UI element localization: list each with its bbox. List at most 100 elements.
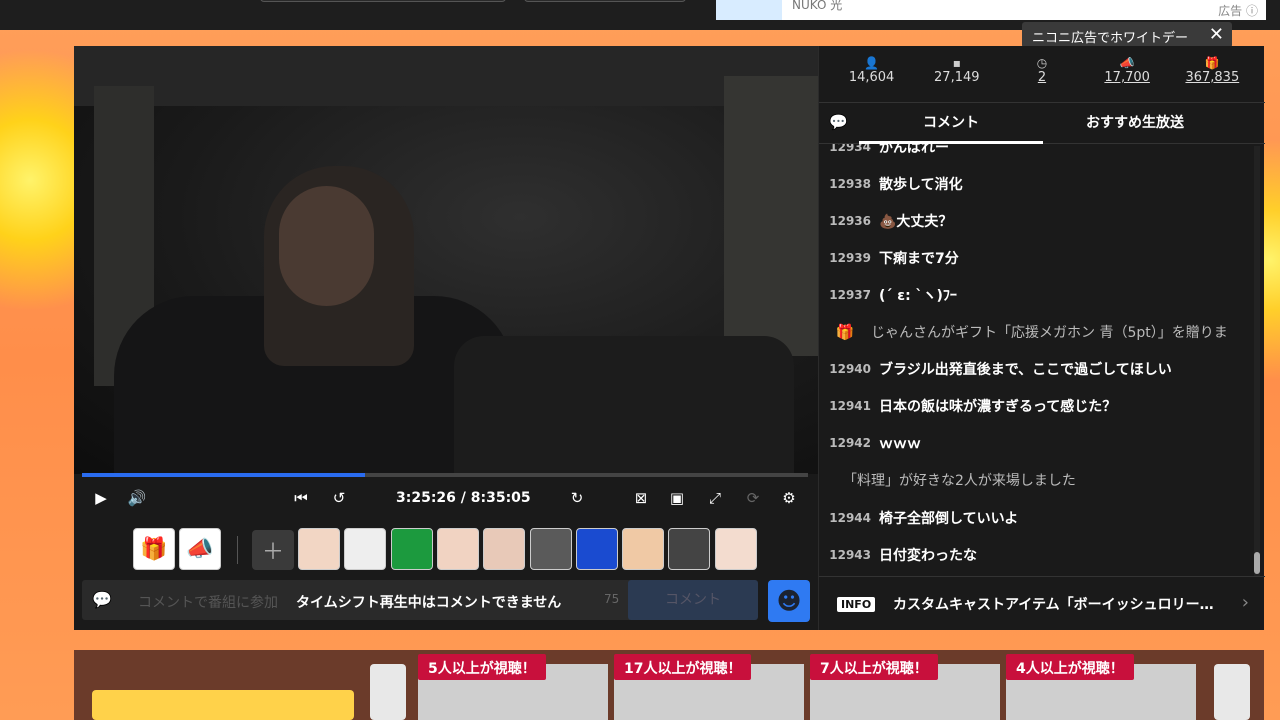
- info-badge: INFO: [837, 597, 876, 612]
- emote-2-thumbnail[interactable]: [344, 528, 387, 570]
- comment-row[interactable]: 12936 💩大丈夫？: [819, 202, 1255, 239]
- viewer-count-badge: 4人以上が視聴！: [1006, 654, 1134, 680]
- scrollbar-thumb[interactable]: [1254, 552, 1260, 574]
- fullscreen-icon[interactable]: ⤢: [702, 486, 728, 510]
- comment-row[interactable]: 「料理」が好きな2人が来場しました: [819, 462, 1255, 499]
- comment-row[interactable]: 12940 ブラジル出発直後まで、ここで過ごしてほしい: [819, 351, 1255, 388]
- comment-text: 💩大丈夫？: [879, 213, 953, 230]
- comment-text: ブラジル出発直後まで、ここで過ごしてほしい: [879, 362, 1172, 379]
- stat-value: 14,604: [848, 70, 895, 85]
- gift-bar: 🎁 📣 ＋: [74, 524, 818, 572]
- divider: [237, 536, 238, 564]
- emote-8-thumbnail[interactable]: [622, 528, 665, 570]
- viewer-count-badge: 5人以上が視聴！: [418, 654, 546, 680]
- time-display: 3:25:26 / 8:35:05: [396, 490, 531, 506]
- forward-10-icon[interactable]: ↻: [564, 486, 590, 510]
- gift-icon: 🎁: [835, 323, 855, 341]
- megaphone-icon[interactable]: 📣: [179, 528, 221, 570]
- search-field[interactable]: [260, 0, 506, 2]
- comment-number: 12944: [829, 510, 871, 525]
- comment-row[interactable]: 12942 ｗｗｗ: [819, 425, 1255, 462]
- comment-text: 日付変わったな: [879, 547, 977, 564]
- comment-number: 12943: [829, 547, 871, 562]
- rewind-10-icon[interactable]: ↺: [326, 486, 352, 510]
- play-icon[interactable]: ▶: [88, 486, 114, 510]
- comment-settings-icon[interactable]: 💬: [829, 113, 849, 133]
- comment-row[interactable]: 12938 散歩して消化: [819, 165, 1255, 202]
- stat-value: 27,149: [934, 70, 980, 85]
- carousel-prev-button[interactable]: [370, 664, 406, 720]
- carousel-next-button[interactable]: [1214, 664, 1250, 720]
- scrollbar[interactable]: [1254, 146, 1260, 576]
- emote-7-thumbnail[interactable]: [575, 528, 618, 570]
- viewer-count-badge: 7人以上が視聴！: [810, 654, 938, 680]
- emote-4-thumbnail[interactable]: [436, 528, 479, 570]
- emote-3-thumbnail[interactable]: [390, 528, 433, 570]
- megaphone-icon: 📣: [1119, 56, 1135, 70]
- skip-back-icon[interactable]: ⏮: [288, 486, 314, 510]
- reload-icon[interactable]: ⟳: [740, 486, 766, 510]
- comment-text: 下痢まで7分: [879, 250, 959, 267]
- ad-banner[interactable]: NUKO 光 広告 ⓘ: [716, 0, 1266, 20]
- comment-icon: 💬: [92, 590, 112, 609]
- stats-bar: 👤 14,604 ▪ 27,149 ◷ 2 📣 17,700 🎁 367,835: [819, 46, 1265, 100]
- comment-number: 12938: [829, 176, 871, 191]
- comment-row[interactable]: 12934 がんばれー: [819, 144, 1255, 165]
- gift-icon: 🎁: [1204, 56, 1220, 70]
- stat-comment: ▪ 27,149: [922, 46, 992, 100]
- comment-row[interactable]: 12944 椅子全部倒していいよ: [819, 499, 1255, 536]
- emote-6-thumbnail[interactable]: [529, 528, 572, 570]
- info-bar[interactable]: INFO カスタムキャストアイテム「ボーイッシュロリータ」 ›: [819, 576, 1265, 630]
- clock-icon: ◷: [1036, 56, 1048, 70]
- comment-list: 12934 がんばれー 12938 散歩して消化 12936 💩大丈夫？ 12939 下痢まで…: [819, 144, 1265, 574]
- comment-text: 椅子全部倒していいよ: [879, 510, 1019, 527]
- ad-thumbnail: [716, 0, 782, 20]
- comment-text: ｗｗｗ: [879, 436, 921, 453]
- video-player: ▶ 🔊 ⏮ ↺ 3:25:26 / 8:35:05 ↻ ⊠ ▣ ⤢ ⟳ ⚙ 🎁 …: [74, 46, 818, 630]
- info-text: カスタムキャストアイテム「ボーイッシュロリータ」: [893, 597, 1223, 613]
- theater-mode-icon[interactable]: ▣: [664, 486, 690, 510]
- volume-icon[interactable]: 🔊: [124, 486, 150, 510]
- timeshift-notice: タイムシフト再生中はコメントできません: [296, 595, 562, 611]
- tab-recommended[interactable]: おすすめ生放送: [1043, 103, 1227, 143]
- nicoad-notice-text: ニコニ広告でホワイトデー: [1032, 31, 1189, 46]
- seek-bar-fill: [82, 473, 366, 477]
- chevron-right-icon: ›: [1241, 592, 1249, 613]
- stat-person: 👤 14,604: [837, 46, 907, 100]
- comment-row[interactable]: 12943 日付変わったな: [819, 536, 1255, 573]
- ad-text: NUKO 光: [792, 0, 843, 12]
- comment-row[interactable]: 🎁 じゃんさんがギフト「応援メガホン 青（5pt）」を贈りま: [819, 314, 1255, 351]
- stat-value: 2: [1037, 70, 1047, 85]
- comment-text: がんばれー: [879, 144, 949, 156]
- stat-clock[interactable]: ◷ 2: [1007, 46, 1077, 100]
- emote-icon[interactable]: ☻: [768, 580, 810, 622]
- stat-value: 17,700: [1104, 70, 1150, 85]
- emote-10-thumbnail[interactable]: [714, 528, 757, 570]
- stat-value: 367,835: [1185, 70, 1240, 85]
- gear-icon[interactable]: ⚙: [776, 486, 802, 510]
- stat-megaphone[interactable]: 📣 17,700: [1092, 46, 1162, 100]
- comment-row[interactable]: 12941 日本の飯は味が濃すぎるって感じた？: [819, 388, 1255, 425]
- add-emote-button[interactable]: ＋: [252, 530, 294, 570]
- comment-icon: ▪: [952, 56, 961, 70]
- emote-5-thumbnail[interactable]: [483, 528, 526, 570]
- comment-send-button[interactable]: コメント: [628, 580, 758, 620]
- video-frame[interactable]: [74, 46, 818, 474]
- gift-icon[interactable]: 🎁: [133, 528, 175, 570]
- ad-label: 広告 ⓘ: [1218, 4, 1258, 18]
- emote-9-thumbnail[interactable]: [668, 528, 711, 570]
- comment-row[interactable]: 12937 (ˊ ε: `ヽ)ﾌｰ: [819, 276, 1255, 313]
- comment-row[interactable]: 12939 下痢まで7分: [819, 239, 1255, 276]
- side-panel: 👤 14,604 ▪ 27,149 ◷ 2 📣 17,700 🎁 367,835 💬 コメント お…: [818, 46, 1265, 630]
- comment-text: 日本の飯は味が濃すぎるって感じた？: [879, 399, 1117, 416]
- header-button[interactable]: [524, 0, 686, 2]
- promo-banner[interactable]: [92, 690, 354, 720]
- close-icon[interactable]: ✕: [1209, 24, 1224, 45]
- stat-gift[interactable]: 🎁 367,835: [1177, 46, 1247, 100]
- seek-bar[interactable]: [82, 473, 808, 477]
- nicoad-notice[interactable]: ニコニ広告でホワイトデー ✕: [1022, 22, 1232, 48]
- tab-comments[interactable]: コメント: [859, 103, 1043, 144]
- comment-hide-icon[interactable]: ⊠: [628, 486, 654, 510]
- emote-1-thumbnail[interactable]: [298, 528, 340, 570]
- comment-number: 12937: [829, 287, 871, 302]
